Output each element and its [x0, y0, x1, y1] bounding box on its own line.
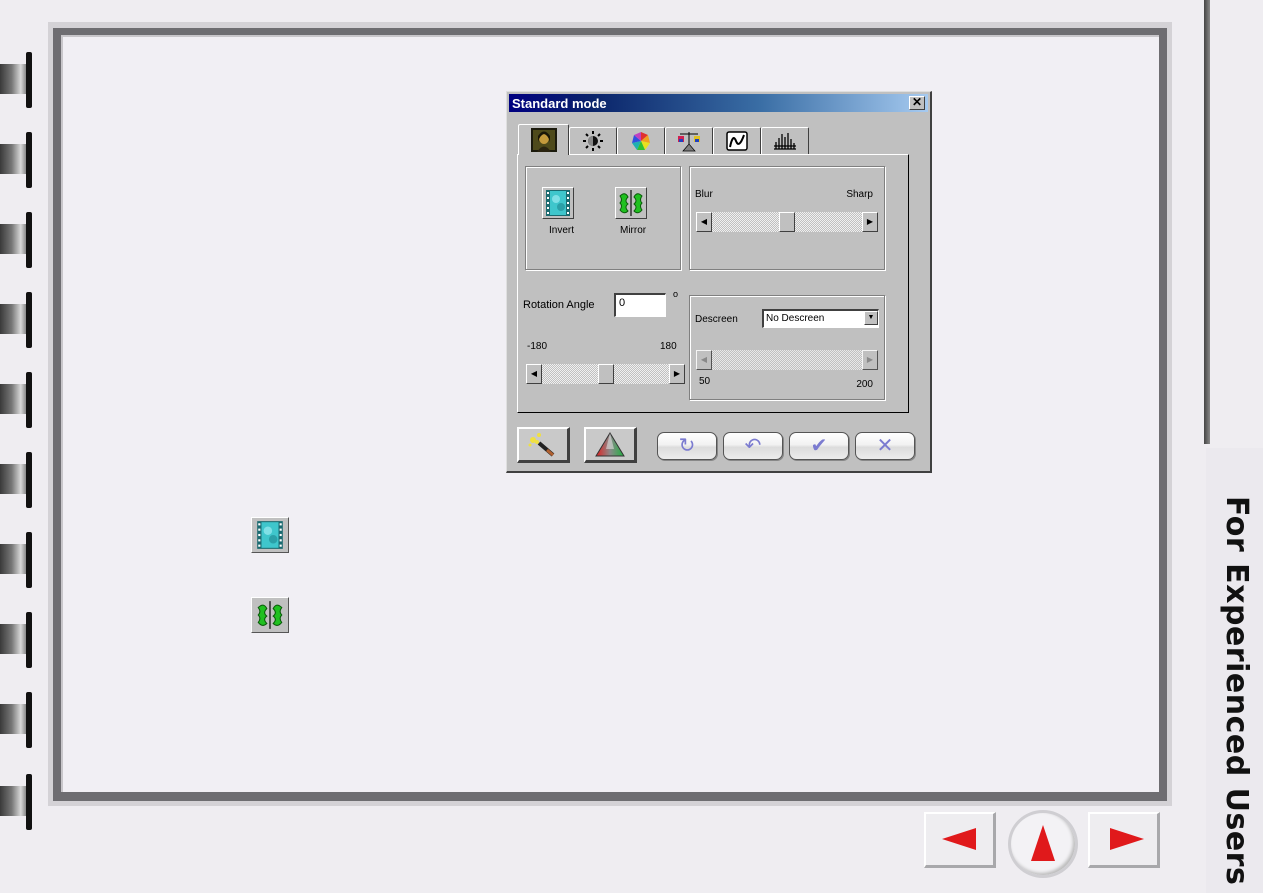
mirror-label: Mirror — [620, 225, 647, 236]
binder-ring — [0, 452, 34, 508]
up-page-button[interactable] — [1008, 810, 1078, 878]
color-triangle-icon — [595, 432, 625, 457]
ok-button[interactable]: ✔ — [789, 432, 849, 460]
close-button[interactable]: ✕ — [909, 96, 925, 110]
undo-button[interactable]: ↶ — [723, 432, 783, 460]
color-adjust-button[interactable] — [584, 427, 637, 463]
scroll-left-icon[interactable]: ◀ — [526, 364, 542, 384]
scroll-right-icon[interactable]: ▶ — [669, 364, 685, 384]
invert-icon — [257, 521, 283, 549]
chevron-down-icon[interactable]: ▼ — [864, 311, 878, 325]
rotation-slider-thumb[interactable] — [597, 364, 614, 384]
magic-wand-icon — [528, 433, 555, 457]
mirror-icon — [619, 190, 643, 216]
left-arrow-icon — [942, 828, 976, 850]
sun-icon — [583, 131, 603, 151]
sharpness-slider-thumb[interactable] — [779, 212, 795, 232]
binder-ring — [0, 52, 34, 108]
undo-icon: ↶ — [744, 435, 762, 457]
scroll-left-icon[interactable]: ◀ — [696, 350, 712, 370]
descreen-group: Descreen No Descreen ▼ ◀ ▶ 50 200 — [689, 295, 885, 400]
rotation-angle-input[interactable]: 0 — [614, 293, 666, 317]
descreen-min-label: 50 — [699, 376, 711, 387]
invert-button[interactable] — [542, 187, 574, 219]
binder-ring — [0, 292, 34, 348]
histogram-icon — [774, 133, 796, 150]
up-arrow-icon — [1031, 825, 1055, 861]
binder-ring — [0, 532, 34, 588]
prev-page-button[interactable] — [924, 812, 996, 868]
mona-lisa-icon — [530, 128, 557, 152]
tab-panel: Invert Mirror Blur Sharp ◀ ▶ Rotation An… — [517, 154, 909, 413]
binder-ring — [0, 372, 34, 428]
mirror-button[interactable] — [615, 187, 647, 219]
tab-brightness[interactable] — [569, 127, 617, 154]
legend-invert-icon-box — [251, 517, 289, 553]
dialog-title: Standard mode — [512, 96, 607, 111]
descreen-select[interactable]: No Descreen ▼ — [762, 309, 879, 328]
descreen-selected-value: No Descreen — [766, 313, 825, 324]
sharp-label: Sharp — [846, 189, 873, 200]
mirror-icon — [257, 601, 283, 629]
auto-adjust-button[interactable] — [517, 427, 570, 463]
degree-symbol: o — [673, 289, 679, 299]
right-arrow-icon — [1110, 828, 1144, 850]
transform-group: Invert Mirror — [525, 166, 681, 270]
descreen-label: Descreen — [695, 314, 738, 325]
legend-mirror-icon-box — [251, 597, 289, 633]
close-icon: ✕ — [876, 435, 894, 457]
section-title: For Experienced Users — [1219, 496, 1254, 886]
rotation-min-label: -180 — [527, 341, 548, 352]
binder-ring — [0, 132, 34, 188]
balance-scale-icon — [678, 132, 700, 152]
standard-mode-dialog: Standard mode ✕ Invert Mirror Blur Sharp… — [506, 91, 932, 473]
side-divider — [1204, 0, 1210, 444]
checkmark-icon: ✔ — [810, 435, 828, 457]
binder-ring — [0, 612, 34, 668]
color-wheel-icon — [632, 132, 650, 150]
tab-histogram[interactable] — [761, 127, 809, 154]
binder-ring — [0, 692, 34, 748]
binder-ring — [0, 774, 34, 830]
invert-label: Invert — [549, 225, 575, 236]
scroll-left-icon[interactable]: ◀ — [696, 212, 712, 232]
sharpness-group: Blur Sharp ◀ ▶ — [689, 166, 885, 270]
descreen-max-label: 200 — [856, 379, 873, 390]
scroll-right-icon[interactable]: ▶ — [862, 212, 878, 232]
blur-label: Blur — [695, 189, 713, 200]
tab-color[interactable] — [617, 127, 665, 154]
next-page-button[interactable] — [1088, 812, 1160, 868]
binder-ring — [0, 212, 34, 268]
rotation-max-label: 180 — [660, 341, 677, 352]
descreen-slider[interactable]: ◀ ▶ — [696, 350, 878, 370]
scroll-right-icon[interactable]: ▶ — [862, 350, 878, 370]
tab-curve[interactable] — [713, 127, 761, 154]
tab-balance[interactable] — [665, 127, 713, 154]
reset-button[interactable]: ↻ — [657, 432, 717, 460]
rotation-slider[interactable]: ◀ ▶ — [526, 364, 685, 384]
title-bar: Standard mode ✕ — [509, 94, 928, 112]
rotation-angle-label: Rotation Angle — [523, 299, 595, 311]
curve-icon — [726, 131, 748, 151]
cancel-button[interactable]: ✕ — [855, 432, 915, 460]
invert-icon — [546, 190, 570, 216]
sharpness-slider[interactable]: ◀ ▶ — [696, 212, 878, 232]
close-icon: ✕ — [911, 95, 923, 109]
tab-image[interactable] — [518, 124, 569, 155]
reset-icon: ↻ — [678, 435, 696, 457]
